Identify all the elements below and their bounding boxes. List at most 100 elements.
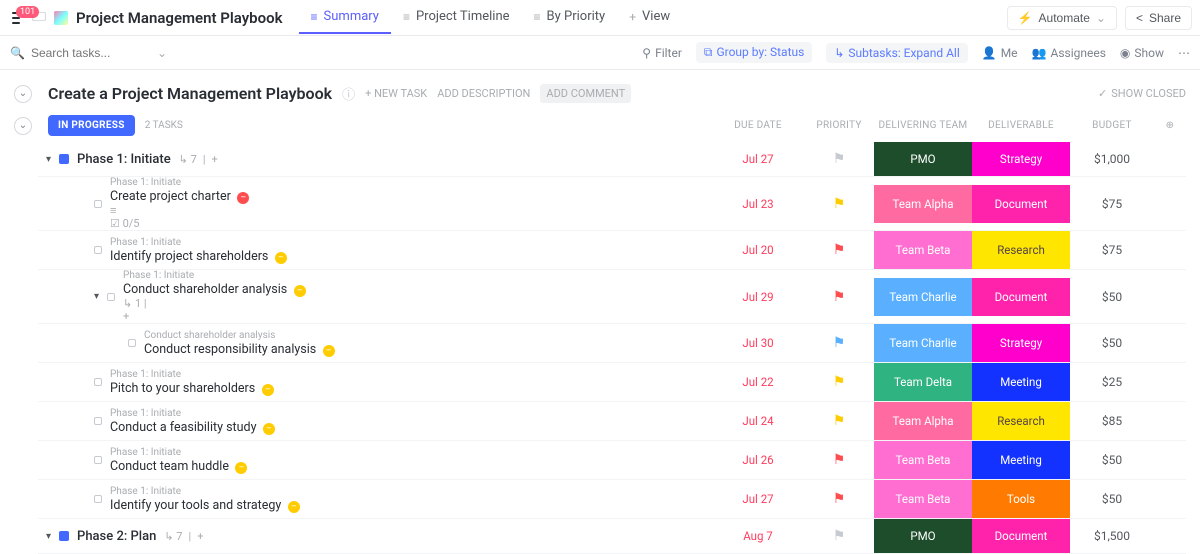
due-date[interactable]: Aug 7	[712, 529, 804, 543]
team-cell[interactable]: Team Charlie	[874, 324, 972, 362]
deliverable-cell[interactable]: Tools	[972, 480, 1070, 518]
task-row[interactable]: Phase 1: InitiateConduct team huddle –Ju…	[38, 441, 1186, 480]
checkbox[interactable]	[94, 246, 102, 254]
search-input[interactable]	[31, 46, 151, 60]
priority-flag-icon[interactable]: ⚑	[833, 374, 846, 390]
filter-button[interactable]: ⚲Filter	[642, 46, 682, 60]
deliverable-cell[interactable]: Document	[972, 278, 1070, 316]
priority-flag-icon[interactable]: ⚑	[833, 289, 846, 305]
team-cell[interactable]: PMO	[874, 519, 972, 553]
budget-cell[interactable]: $75	[1070, 243, 1154, 257]
budget-cell[interactable]: $1,500	[1070, 529, 1154, 543]
show-closed-button[interactable]: ✓SHOW CLOSED	[1098, 87, 1186, 100]
deliverable-cell[interactable]: Document	[972, 185, 1070, 223]
me-button[interactable]: 👤Me	[982, 46, 1018, 60]
deliverable-cell[interactable]: Research	[972, 402, 1070, 440]
due-date[interactable]: Jul 29	[712, 290, 804, 304]
add-view-button[interactable]: +View	[617, 1, 682, 34]
task-row[interactable]: Phase 1: InitiatePitch to your sharehold…	[38, 363, 1186, 402]
priority-flag-icon[interactable]: ⚑	[833, 242, 846, 258]
priority-flag-icon[interactable]: ⚑	[833, 335, 846, 351]
automate-button[interactable]: ⚡Automate⌄	[1007, 6, 1117, 30]
task-row[interactable]: ▾Phase 1: InitiateConduct shareholder an…	[38, 270, 1186, 324]
team-cell[interactable]: Team Beta	[874, 441, 972, 479]
team-cell[interactable]: Team Beta	[874, 480, 972, 518]
team-cell[interactable]: Team Delta	[874, 363, 972, 401]
due-date[interactable]: Jul 27	[712, 152, 804, 166]
deliverable-cell[interactable]: Strategy	[972, 142, 1070, 176]
checkbox[interactable]	[107, 293, 115, 301]
deliverable-cell[interactable]: Research	[972, 231, 1070, 269]
add-column-icon[interactable]: ⊕	[1154, 120, 1186, 131]
budget-cell[interactable]: $75	[1070, 197, 1154, 211]
priority-flag-icon[interactable]: ⚑	[833, 413, 846, 429]
add-subtask-icon[interactable]: +	[123, 310, 306, 323]
task-row[interactable]: Phase 1: InitiateIdentify your tools and…	[38, 480, 1186, 519]
expand-icon[interactable]: ▾	[46, 531, 51, 542]
checkbox[interactable]	[94, 456, 102, 464]
budget-cell[interactable]: $1,000	[1070, 152, 1154, 166]
budget-cell[interactable]: $50	[1070, 290, 1154, 304]
status-pill[interactable]: IN PROGRESS	[48, 115, 135, 136]
priority-flag-icon[interactable]: ⚑	[833, 528, 846, 544]
view-tab-summary[interactable]: ≡Summary	[299, 1, 391, 34]
checkbox[interactable]	[94, 378, 102, 386]
team-cell[interactable]: Team Beta	[874, 231, 972, 269]
subtasks-button[interactable]: ↳Subtasks: Expand All	[826, 43, 967, 63]
collapse-all-icon[interactable]: ⌄	[14, 85, 32, 103]
budget-cell[interactable]: $50	[1070, 492, 1154, 506]
due-date[interactable]: Jul 26	[712, 453, 804, 467]
expand-icon[interactable]: ▾	[46, 154, 51, 165]
deliverable-cell[interactable]: Document	[972, 519, 1070, 553]
show-button[interactable]: ◉Show	[1120, 46, 1164, 60]
due-date[interactable]: Jul 22	[712, 375, 804, 389]
phase-row[interactable]: ▾Phase 2: Plan↳ 7 | +Aug 7⚑PMODocument$1…	[38, 519, 1186, 554]
checkbox[interactable]	[94, 495, 102, 503]
col-team[interactable]: DELIVERING TEAM	[874, 120, 972, 131]
subtask-row[interactable]: Conduct shareholder analysisConduct resp…	[38, 324, 1186, 363]
team-cell[interactable]: Team Alpha	[874, 185, 972, 223]
due-date[interactable]: Jul 20	[712, 243, 804, 257]
col-priority[interactable]: PRIORITY	[804, 120, 874, 131]
expand-icon[interactable]: ▾	[94, 291, 99, 302]
team-cell[interactable]: Team Charlie	[874, 278, 972, 316]
checkbox[interactable]	[94, 200, 102, 208]
team-cell[interactable]: PMO	[874, 142, 972, 176]
view-tab-project-timeline[interactable]: ≡Project Timeline	[391, 1, 522, 34]
col-due[interactable]: DUE DATE	[712, 120, 804, 131]
assignees-button[interactable]: 👥Assignees	[1032, 46, 1106, 60]
task-row[interactable]: Phase 1: InitiateCreate project charter …	[38, 177, 1186, 231]
checkbox[interactable]	[128, 339, 136, 347]
team-cell[interactable]: Team Alpha	[874, 402, 972, 440]
new-task-button[interactable]: + NEW TASK	[365, 87, 427, 100]
share-button[interactable]: <Share	[1125, 6, 1192, 30]
checkbox[interactable]	[94, 417, 102, 425]
add-comment-button[interactable]: ADD COMMENT	[540, 84, 631, 103]
deliverable-cell[interactable]: Meeting	[972, 441, 1070, 479]
priority-flag-icon[interactable]: ⚑	[833, 151, 846, 167]
phase-row[interactable]: ▾Phase 1: Initiate↳ 7 | +Jul 27⚑PMOStrat…	[38, 142, 1186, 177]
add-description-button[interactable]: ADD DESCRIPTION	[437, 87, 530, 100]
status-square[interactable]	[59, 531, 69, 541]
deliverable-cell[interactable]: Meeting	[972, 363, 1070, 401]
due-date[interactable]: Jul 23	[712, 197, 804, 211]
more-icon[interactable]: ⋯	[1178, 46, 1190, 60]
deliverable-cell[interactable]: Strategy	[972, 324, 1070, 362]
chevron-down-icon[interactable]: ⌄	[157, 46, 167, 60]
budget-cell[interactable]: $50	[1070, 453, 1154, 467]
budget-cell[interactable]: $25	[1070, 375, 1154, 389]
budget-cell[interactable]: $50	[1070, 336, 1154, 350]
section-collapse-icon[interactable]: ⌄	[14, 117, 32, 135]
col-budget[interactable]: BUDGET	[1070, 120, 1154, 131]
status-square[interactable]	[59, 154, 69, 164]
priority-flag-icon[interactable]: ⚑	[833, 491, 846, 507]
due-date[interactable]: Jul 30	[712, 336, 804, 350]
budget-cell[interactable]: $85	[1070, 414, 1154, 428]
priority-flag-icon[interactable]: ⚑	[833, 196, 846, 212]
add-subtask-icon[interactable]: +	[197, 530, 203, 543]
priority-flag-icon[interactable]: ⚑	[833, 452, 846, 468]
menu-toggle[interactable]: 101	[8, 8, 24, 28]
due-date[interactable]: Jul 27	[712, 492, 804, 506]
add-subtask-icon[interactable]: +	[212, 153, 218, 166]
task-row[interactable]: Phase 1: InitiateIdentify project shareh…	[38, 231, 1186, 270]
